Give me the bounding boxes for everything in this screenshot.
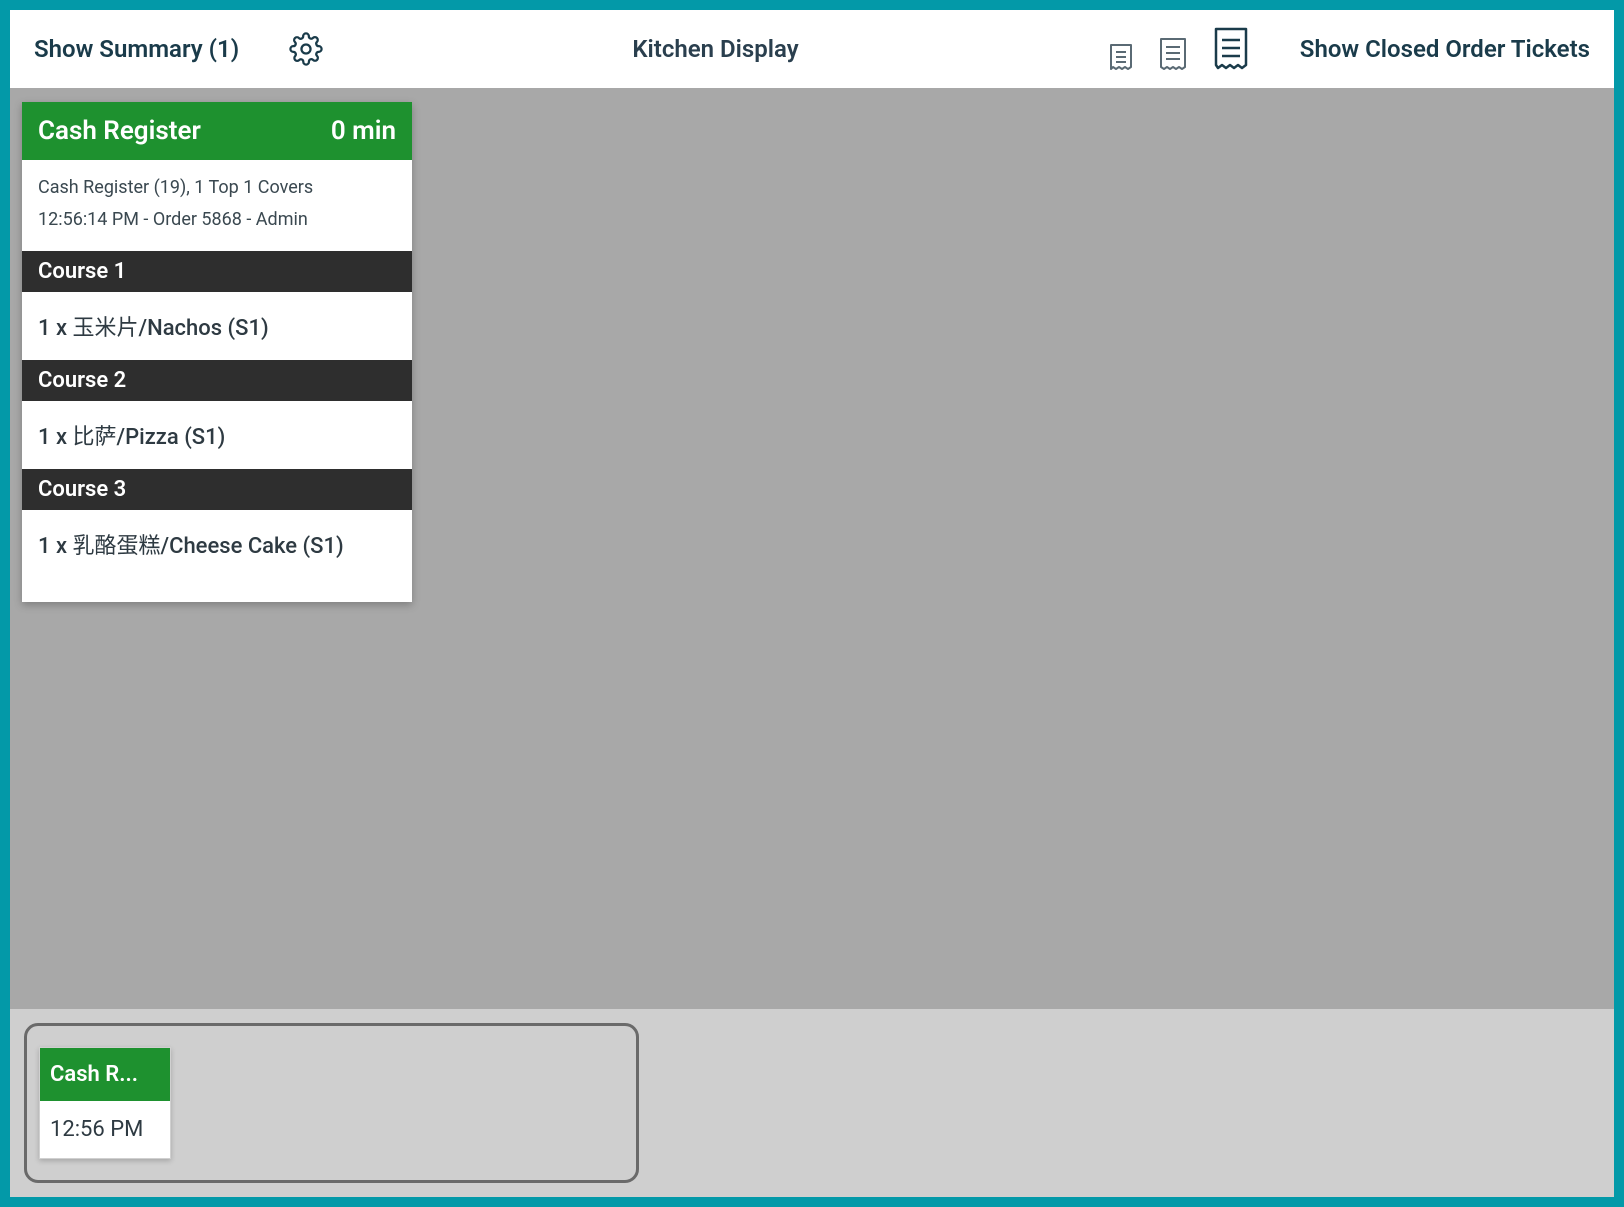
ticket-info-line1: Cash Register (19), 1 Top 1 Covers	[38, 172, 396, 204]
course-header: Course 3	[22, 469, 412, 510]
show-closed-tickets-button[interactable]: Show Closed Order Tickets	[1300, 35, 1590, 63]
order-ticket[interactable]: Cash Register 0 min Cash Register (19), …	[22, 102, 412, 602]
header-left: Show Summary (1)	[34, 32, 323, 66]
receipt-medium-icon	[1158, 36, 1188, 72]
main-tickets-area: Cash Register 0 min Cash Register (19), …	[10, 88, 1614, 1009]
ticket-elapsed-time: 0 min	[331, 116, 396, 146]
ticket-info: Cash Register (19), 1 Top 1 Covers 12:56…	[22, 160, 412, 251]
ticket-tear-edge	[22, 578, 412, 602]
show-summary-button[interactable]: Show Summary (1)	[34, 35, 239, 63]
ticket-info-line2: 12:56:14 PM - Order 5868 - Admin	[38, 204, 396, 236]
ticket-size-small-button[interactable]	[1108, 42, 1134, 72]
ticket-header: Cash Register 0 min	[22, 102, 412, 160]
footer-bar: Cash R... 12:56 PM	[10, 1009, 1614, 1197]
header-bar: Show Summary (1) Kitchen Display	[10, 10, 1614, 88]
gear-icon	[289, 32, 323, 66]
ticket-size-medium-button[interactable]	[1158, 36, 1188, 72]
course-item[interactable]: 1 x 玉米片/Nachos (S1)	[22, 292, 412, 360]
mini-ticket[interactable]: Cash R... 12:56 PM	[39, 1047, 171, 1159]
course-header: Course 2	[22, 360, 412, 401]
receipt-small-icon	[1108, 42, 1134, 72]
course-header: Course 1	[22, 251, 412, 292]
ticket-size-large-button[interactable]	[1212, 26, 1250, 72]
settings-button[interactable]	[289, 32, 323, 66]
receipt-large-icon	[1212, 26, 1250, 72]
page-title: Kitchen Display	[363, 35, 1068, 63]
app-frame: Show Summary (1) Kitchen Display	[10, 10, 1614, 1197]
mini-ticket-title: Cash R...	[40, 1048, 170, 1101]
footer-ticket-slot: Cash R... 12:56 PM	[24, 1023, 639, 1183]
header-right: Show Closed Order Tickets	[1108, 26, 1590, 72]
ticket-size-group	[1108, 26, 1250, 72]
ticket-register-label: Cash Register	[38, 116, 201, 146]
course-item[interactable]: 1 x 乳酪蛋糕/Cheese Cake (S1)	[22, 510, 412, 578]
mini-ticket-time: 12:56 PM	[40, 1101, 170, 1158]
course-item[interactable]: 1 x 比萨/Pizza (S1)	[22, 401, 412, 469]
